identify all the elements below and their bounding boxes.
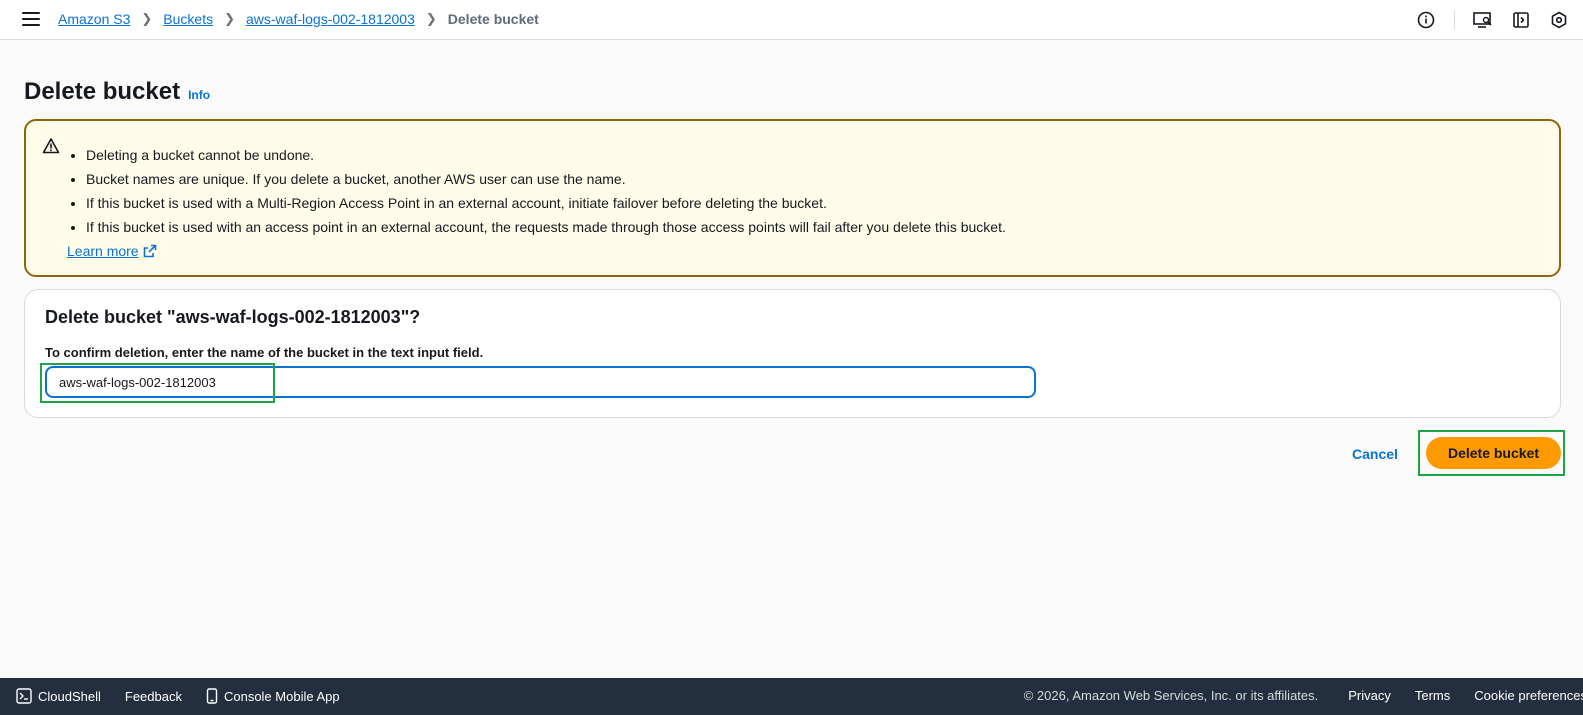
external-link-icon: [143, 244, 156, 258]
footer: CloudShell Feedback Console Mobile App ©…: [0, 678, 1583, 715]
chevron-right-icon: ❯: [224, 11, 235, 26]
breadcrumb-current: Delete bucket: [447, 11, 539, 27]
warning-alert: Deleting a bucket cannot be undone. Buck…: [24, 119, 1561, 277]
mobile-app-label: Console Mobile App: [223, 688, 340, 704]
chevron-right-icon: ❯: [425, 11, 437, 26]
chevron-right-icon: ❯: [141, 11, 153, 26]
page-header: Delete bucket Info: [24, 78, 210, 106]
menu-icon[interactable]: [22, 12, 40, 28]
console-panel-icon[interactable]: [1511, 10, 1531, 30]
breadcrumb-amazon-s3[interactable]: Amazon S3: [58, 11, 130, 27]
cookie-preferences-link[interactable]: Cookie preferences: [1474, 688, 1583, 703]
divider: [1454, 10, 1455, 30]
learn-more-link[interactable]: Learn more: [67, 243, 157, 259]
confirm-title: Delete bucket "aws-waf-logs-002-1812003"…: [45, 307, 421, 327]
screen-search-icon[interactable]: [1473, 10, 1493, 30]
mobile-app-link[interactable]: Console Mobile App: [206, 688, 340, 704]
footer-left: CloudShell Feedback Console Mobile App: [16, 688, 364, 704]
page-title: Delete bucket: [24, 78, 181, 105]
footer-right: © 2026, Amazon Web Services, Inc. or its…: [1024, 688, 1583, 703]
info-circle-icon[interactable]: [1416, 10, 1436, 30]
cloudshell-button[interactable]: CloudShell: [16, 688, 101, 704]
warning-item: Bucket names are unique. If you delete a…: [86, 167, 1006, 191]
terms-link[interactable]: Terms: [1415, 688, 1450, 703]
cloudshell-label: CloudShell: [38, 688, 101, 704]
warning-item: Deleting a bucket cannot be undone.: [86, 143, 1006, 167]
info-link[interactable]: Info: [188, 88, 210, 102]
warning-list: Deleting a bucket cannot be undone. Buck…: [86, 143, 1006, 239]
warning-item: If this bucket is used with a Multi-Regi…: [86, 191, 1006, 215]
settings-hex-icon[interactable]: [1549, 10, 1569, 30]
delete-bucket-button[interactable]: Delete bucket: [1426, 437, 1561, 469]
top-icon-group: [1398, 10, 1569, 30]
terminal-icon: [16, 688, 32, 704]
breadcrumb-buckets[interactable]: Buckets: [163, 11, 213, 27]
mobile-phone-icon: [206, 688, 218, 704]
cancel-button[interactable]: Cancel: [1343, 443, 1407, 465]
confirm-deletion-container: Delete bucket "aws-waf-logs-002-1812003"…: [24, 289, 1561, 418]
privacy-link[interactable]: Privacy: [1348, 688, 1391, 703]
bucket-name-input[interactable]: [45, 366, 1036, 398]
confirm-label: To confirm deletion, enter the name of t…: [45, 345, 484, 360]
breadcrumb: Amazon S3 ❯ Buckets ❯ aws-waf-logs-002-1…: [58, 11, 539, 27]
warning-icon: [42, 137, 60, 155]
breadcrumb-bucket-name[interactable]: aws-waf-logs-002-1812003: [246, 11, 415, 27]
top-navigation-bar: Amazon S3 ❯ Buckets ❯ aws-waf-logs-002-1…: [0, 0, 1583, 40]
learn-more-label: Learn more: [67, 243, 139, 259]
copyright-text: © 2026, Amazon Web Services, Inc. or its…: [1023, 688, 1319, 703]
warning-item: If this bucket is used with an access po…: [86, 215, 1006, 239]
feedback-link[interactable]: Feedback: [125, 689, 182, 704]
